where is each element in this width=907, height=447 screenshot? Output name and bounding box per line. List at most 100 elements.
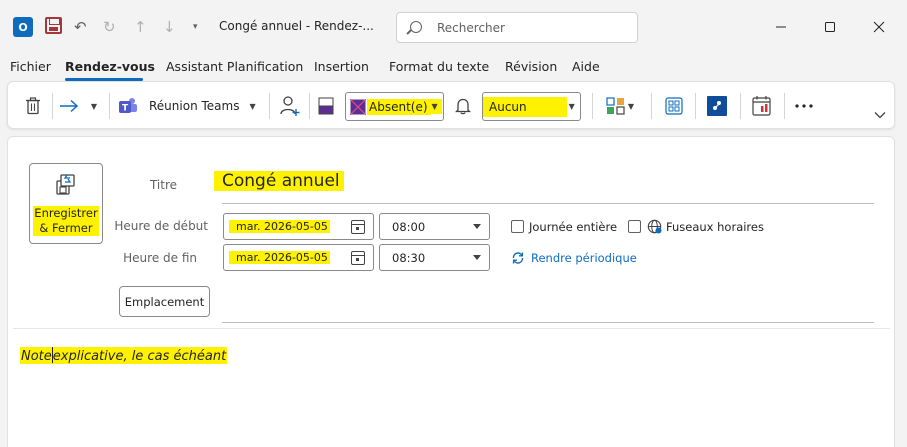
reminder-button[interactable] — [452, 95, 474, 117]
color-bar-icon — [318, 97, 334, 115]
ribbon-separator — [651, 93, 652, 119]
teams-icon: T — [119, 98, 137, 114]
title-input[interactable]: Congé annuel — [214, 171, 344, 191]
save-close-icon — [56, 174, 75, 195]
menu-revision[interactable]: Révision — [505, 59, 557, 74]
customize-quick-access-icon[interactable]: ▾ — [193, 16, 198, 38]
title-underline — [222, 203, 874, 204]
end-time-value: 08:30 — [392, 251, 426, 265]
chevron-down-icon: ▼ — [249, 101, 256, 111]
forward-arrow-icon — [60, 99, 79, 113]
location-button[interactable]: Emplacement — [119, 286, 210, 317]
apps-button[interactable]: ▼ — [601, 94, 639, 118]
end-time-label: Heure de fin — [123, 251, 197, 265]
delete-button[interactable] — [22, 94, 44, 118]
all-day-checkbox[interactable] — [511, 220, 524, 233]
chevron-down-icon — [473, 224, 481, 229]
minimize-button[interactable] — [766, 14, 796, 40]
start-date-picker[interactable]: mar. 2026-05-05 — [223, 213, 374, 240]
globe-icon — [647, 219, 662, 234]
search-input[interactable] — [437, 19, 627, 37]
teams-meeting-button[interactable]: T Réunion Teams ▼ — [118, 94, 260, 118]
ribbon-separator — [309, 93, 310, 119]
start-time-picker[interactable]: 08:00 — [379, 213, 490, 240]
search-icon — [410, 21, 422, 33]
save-close-line1: Enregistrer — [34, 206, 98, 220]
close-button[interactable] — [864, 14, 894, 40]
view-templates-button[interactable] — [663, 94, 685, 118]
calendar-icon[interactable] — [351, 220, 365, 234]
chevron-down-icon: ▼ — [90, 101, 98, 111]
arrow-down-icon[interactable]: ↓ — [163, 16, 176, 38]
ribbon-separator — [740, 93, 741, 119]
menu-fichier[interactable]: Fichier — [10, 59, 51, 74]
body-divider — [13, 328, 890, 329]
calendar-poll-icon — [752, 96, 771, 116]
calendar-icon[interactable] — [351, 251, 365, 265]
ribbon-separator — [592, 93, 593, 119]
title-bar: O ↶ ↻ ↑ ↓ ▾ Congé annuel - Rendez-... — [0, 0, 907, 54]
undo-icon[interactable]: ↶ — [74, 16, 87, 38]
ribbon-separator — [269, 93, 270, 119]
body-text[interactable]: Noteexplicative, le cas échéant — [20, 347, 228, 364]
redo-icon[interactable]: ↻ — [103, 16, 116, 38]
title-label: Titre — [149, 178, 177, 192]
menu-insertion[interactable]: Insertion — [314, 59, 369, 74]
location-input[interactable] — [222, 294, 874, 312]
end-date-value: mar. 2026-05-05 — [229, 251, 330, 264]
apps-grid-icon — [606, 97, 625, 115]
close-icon — [873, 21, 885, 33]
templates-grid-icon — [665, 97, 683, 115]
menu-assistant-planification[interactable]: Assistant Planification — [166, 59, 303, 74]
outlook-app-icon: O — [13, 17, 33, 37]
end-time-picker[interactable]: 08:30 — [379, 244, 490, 271]
reminder-dropdown[interactable]: Aucun ▼ — [482, 92, 581, 121]
location-underline — [222, 322, 874, 323]
invite-attendees-button[interactable] — [278, 93, 302, 119]
menu-format-du-texte[interactable]: Format du texte — [389, 59, 489, 74]
maximize-icon — [825, 22, 835, 32]
chevron-down-icon: ▼ — [430, 99, 442, 114]
chevron-down-icon — [473, 255, 481, 260]
ribbon-separator — [695, 93, 696, 119]
minimize-icon — [776, 26, 786, 28]
svg-text:T: T — [122, 104, 129, 114]
arrow-up-icon[interactable]: ↑ — [134, 16, 147, 38]
show-as-value: Absent(e) — [367, 98, 431, 115]
forward-dropdown[interactable]: ▼ — [88, 98, 100, 114]
make-recurring-link[interactable]: Rendre périodique — [531, 251, 637, 265]
scheduling-poll-button[interactable] — [750, 93, 774, 119]
save-close-line2: & Fermer — [39, 221, 93, 235]
timezones-checkbox[interactable] — [628, 220, 641, 233]
addin-button[interactable] — [705, 94, 729, 118]
start-time-label: Heure de début — [114, 219, 208, 233]
bell-icon — [455, 98, 471, 115]
show-as-dropdown[interactable]: Absent(e) ▼ — [345, 92, 444, 121]
ribbon-separator — [109, 93, 110, 119]
recurrence-icon[interactable] — [511, 251, 525, 265]
menu-aide[interactable]: Aide — [572, 59, 600, 74]
chevron-down-icon: ▼ — [568, 102, 575, 111]
maximize-button[interactable] — [815, 14, 845, 40]
search-box[interactable] — [396, 12, 638, 43]
trash-icon — [26, 97, 40, 115]
add-person-icon — [280, 96, 300, 116]
end-date-picker[interactable]: mar. 2026-05-05 — [223, 244, 374, 271]
chevron-down-icon — [874, 112, 886, 119]
save-icon[interactable] — [45, 17, 62, 34]
more-options-button[interactable] — [792, 94, 816, 118]
show-as-absent-icon — [350, 98, 366, 115]
start-date-value: mar. 2026-05-05 — [229, 220, 330, 233]
categorize-button[interactable] — [316, 95, 336, 117]
all-day-label: Journée entière — [529, 220, 618, 234]
ribbon-separator — [784, 93, 785, 119]
forward-button[interactable] — [57, 94, 81, 118]
chevron-down-icon: ▼ — [627, 101, 635, 111]
menu-bar: Fichier Rendez-vous Assistant Planificat… — [0, 54, 907, 81]
more-horizontal-icon — [795, 104, 813, 108]
ribbon-separator — [52, 93, 53, 119]
expand-ribbon-button[interactable] — [872, 108, 888, 122]
menu-rendez-vous[interactable]: Rendez-vous — [65, 59, 155, 74]
ribbon-toolbar: ▼ T Réunion Teams ▼ Absent(e) ▼ Aucun ▼ … — [7, 81, 895, 129]
window-title: Congé annuel - Rendez-... — [219, 19, 374, 33]
